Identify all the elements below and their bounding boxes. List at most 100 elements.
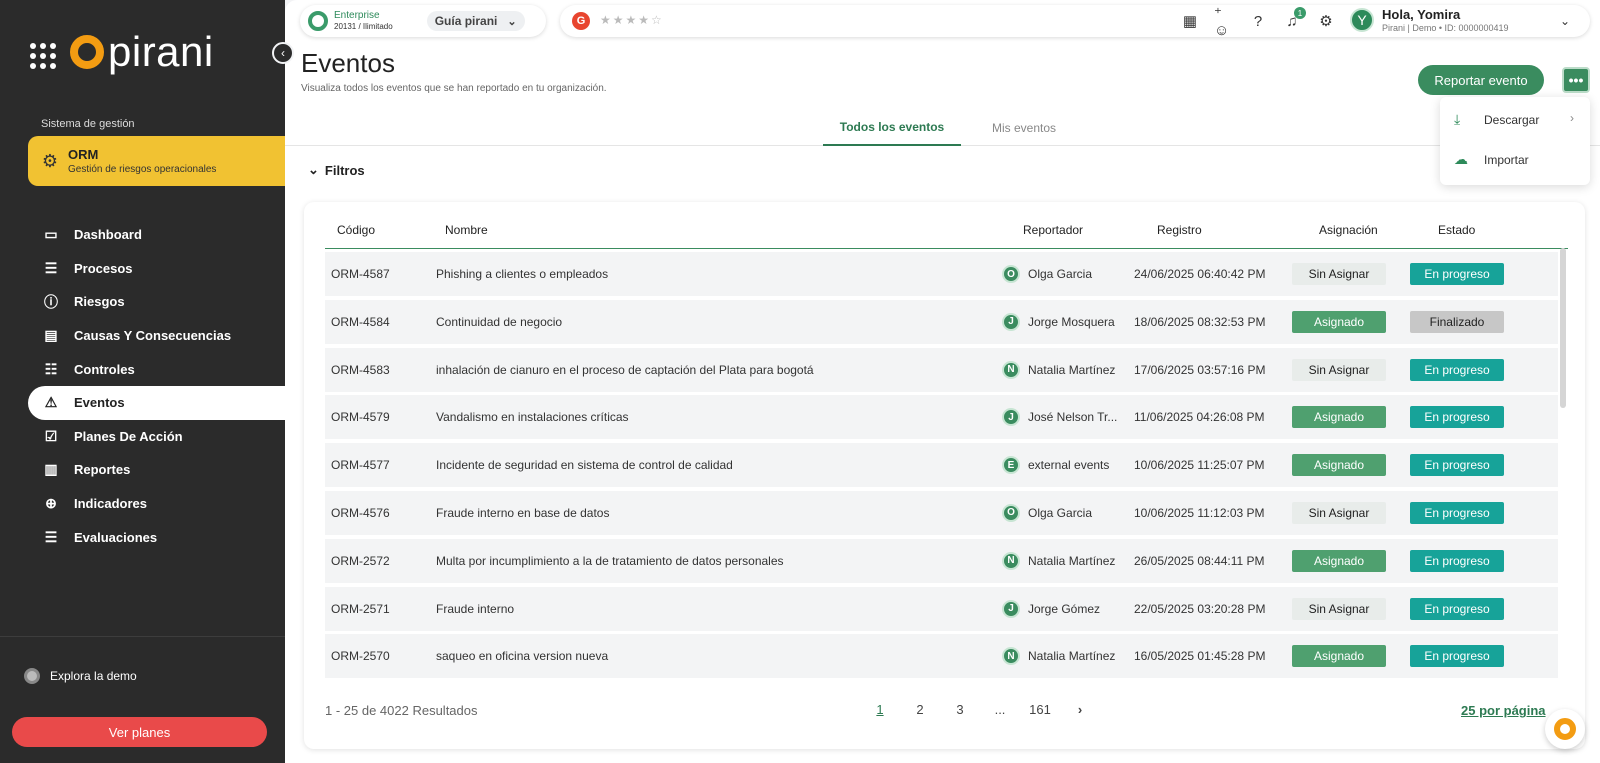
- avatar[interactable]: Y: [1350, 8, 1374, 32]
- user-name: Hola, Yomira: [1382, 7, 1461, 22]
- sidebar-item-label: Eventos: [74, 395, 125, 411]
- sidebar-item-evaluaciones[interactable]: ☰ Evaluaciones: [0, 520, 285, 554]
- table-header: Código Nombre Reportador Registro Asigna…: [325, 223, 1568, 249]
- sidebar-item-procesos[interactable]: ☰ Procesos: [0, 252, 285, 286]
- col-registration[interactable]: Registro: [1157, 223, 1202, 237]
- bar-chart-icon: ▥: [44, 461, 58, 478]
- cell-status: Finalizado: [1410, 300, 1504, 344]
- reporter-name: José Nelson Tr...: [1028, 410, 1118, 425]
- view-plans-button[interactable]: Ver planes: [12, 717, 267, 747]
- sidebar-item-planes-de-acción[interactable]: ☑ Planes De Acción: [0, 420, 285, 454]
- table-row[interactable]: ORM-4583 inhalación de cianuro en el proc…: [325, 347, 1558, 392]
- table-row[interactable]: ORM-4584 Continuidad de negocio J Jorge Mos…: [325, 299, 1558, 344]
- sidebar-item-eventos[interactable]: ⚠ Eventos: [28, 385, 285, 420]
- download-menu-item[interactable]: ⤓ Descargar: [1454, 111, 1539, 128]
- col-name[interactable]: Nombre: [445, 223, 488, 237]
- module-selector[interactable]: ⚙ ORM Gestión de riesgos operacionales: [28, 136, 298, 186]
- collapse-sidebar-button[interactable]: ‹: [272, 42, 294, 64]
- col-reporter[interactable]: Reportador: [1023, 223, 1083, 237]
- sidebar-item-label: Planes De Acción: [74, 428, 183, 444]
- module-subtitle: Gestión de riesgos operacionales: [68, 164, 217, 175]
- reporter-name: Jorge Gómez: [1028, 601, 1101, 616]
- table-row[interactable]: ORM-4579 Vandalismo en instalaciones crít…: [325, 395, 1558, 440]
- chevron-down-icon: ⌄: [507, 15, 517, 28]
- assignment-badge: Asignado: [1292, 406, 1386, 429]
- gear-icon[interactable]: ⚙: [1316, 11, 1336, 31]
- cell-assignment: Asignado: [1292, 300, 1386, 344]
- rating-stars[interactable]: ★★★★☆: [600, 13, 664, 27]
- more-options-button[interactable]: •••: [1562, 67, 1590, 93]
- sidebar-item-causas-y-consecuencias[interactable]: ▤ Causas Y Consecuencias: [0, 319, 285, 353]
- warning-triangle-icon: ⚠: [44, 394, 58, 411]
- col-status[interactable]: Estado: [1438, 223, 1475, 237]
- cell-code: ORM-2570: [331, 649, 390, 664]
- download-label: Descargar: [1484, 112, 1540, 127]
- page-link-3[interactable]: 3: [940, 702, 980, 717]
- cell-name: inhalación de cianuro en el proceso de c…: [436, 362, 814, 377]
- options-dropdown: ⤓ Descargar › ☁ Importar: [1440, 97, 1590, 185]
- cell-code: ORM-4577: [331, 458, 390, 473]
- add-user-icon[interactable]: ⁺☺: [1214, 5, 1234, 39]
- page-link-1[interactable]: 1: [860, 702, 900, 717]
- sidebar-item-dashboard[interactable]: ▭ Dashboard: [0, 218, 285, 252]
- cell-date: 16/05/2025 01:45:28 PM: [1134, 649, 1266, 664]
- chevron-right-icon[interactable]: ›: [1060, 702, 1100, 717]
- logo[interactable]: pirani: [30, 28, 214, 76]
- building-icon[interactable]: ▦: [1180, 11, 1200, 31]
- sidebar-item-indicadores[interactable]: ⊕ Indicadores: [0, 487, 285, 521]
- cell-date: 24/06/2025 06:40:42 PM: [1134, 267, 1266, 281]
- user-info[interactable]: Hola, Yomira Pirani | Demo • ID: 0000000…: [1382, 8, 1509, 33]
- table-row[interactable]: ORM-2572 Multa por incumplimiento a la de…: [325, 538, 1558, 583]
- apps-grid-icon[interactable]: [30, 43, 56, 69]
- status-badge: En progreso: [1410, 454, 1504, 477]
- import-menu-item[interactable]: ☁ Importar: [1454, 151, 1529, 168]
- cell-code: ORM-4584: [331, 314, 390, 329]
- cell-reporter: N Natalia Martínez: [1002, 634, 1122, 678]
- pagination: 1 2 3... 161 ›: [860, 702, 1100, 717]
- sidebar-item-riesgos[interactable]: ⓘ Riesgos: [0, 285, 285, 319]
- table-row[interactable]: ORM-4577 Incidente de seguridad en sistem…: [325, 443, 1558, 488]
- bell-icon[interactable]: ♫ 1: [1282, 7, 1306, 31]
- guide-dropdown[interactable]: Guía pirani ⌄: [426, 11, 525, 31]
- report-event-button[interactable]: Reportar evento: [1418, 65, 1544, 95]
- demo-label: Explora la demo: [50, 669, 137, 683]
- page-subtitle: Visualiza todos los eventos que se han r…: [301, 83, 607, 94]
- sidebar-item-label: Reportes: [74, 462, 131, 478]
- chevron-down-icon[interactable]: ⌄: [1560, 14, 1570, 28]
- cell-code: ORM-4579: [331, 410, 390, 425]
- page-link-161[interactable]: 161: [1020, 702, 1060, 717]
- cell-name: Fraude interno: [436, 601, 515, 616]
- reporter-avatar: N: [1002, 647, 1020, 666]
- tab-my-events[interactable]: Mis eventos: [969, 110, 1079, 146]
- demo-toggle[interactable]: Explora la demo: [24, 668, 137, 684]
- sidebar-item-reportes[interactable]: ▥ Reportes: [0, 453, 285, 487]
- col-assignment[interactable]: Asignación: [1319, 223, 1378, 237]
- status-badge: En progreso: [1410, 597, 1504, 620]
- toggle-icon[interactable]: [24, 668, 40, 684]
- assistant-button[interactable]: [1545, 709, 1585, 749]
- reporter-name: Natalia Martínez: [1028, 362, 1116, 377]
- table-row[interactable]: ORM-4576 Fraude interno en base de datos O…: [325, 490, 1558, 535]
- reporter-name: external events: [1028, 458, 1110, 473]
- gear-shield-icon: ⚙: [41, 150, 59, 171]
- tab-all-events[interactable]: Todos los eventos: [823, 110, 961, 146]
- scrollbar[interactable]: [1560, 248, 1566, 408]
- filters-toggle[interactable]: ⌄ Filtros: [308, 162, 365, 178]
- per-page-selector[interactable]: 25 por página: [1461, 703, 1546, 718]
- cell-name: Multa por incumplimiento a la de tratami…: [436, 553, 784, 568]
- sidebar-nav: ▭ Dashboard ☰ Procesos ⓘ Riesgos ▤ Causas Y Con…: [0, 218, 285, 554]
- assignment-badge: Sin Asignar: [1292, 358, 1386, 381]
- g2-logo-icon[interactable]: G: [572, 12, 590, 30]
- page-title: Eventos: [301, 48, 395, 78]
- table-row[interactable]: ORM-4587 Phishing a clientes o empleados O…: [325, 252, 1558, 296]
- assignment-badge: Sin Asignar: [1292, 263, 1386, 285]
- table-row[interactable]: ORM-2570 saqueo en oficina version nueva N…: [325, 634, 1558, 679]
- status-badge: En progreso: [1410, 501, 1504, 524]
- sidebar-item-controles[interactable]: ☷ Controles: [0, 352, 285, 386]
- help-icon[interactable]: ?: [1248, 11, 1268, 31]
- reporter-name: Jorge Mosquera: [1028, 314, 1115, 329]
- col-code[interactable]: Código: [337, 223, 375, 237]
- page-link-2[interactable]: 2: [900, 702, 940, 717]
- divider: [0, 636, 285, 637]
- table-row[interactable]: ORM-2571 Fraude interno J Jorge Gómez 22/05/…: [325, 586, 1558, 631]
